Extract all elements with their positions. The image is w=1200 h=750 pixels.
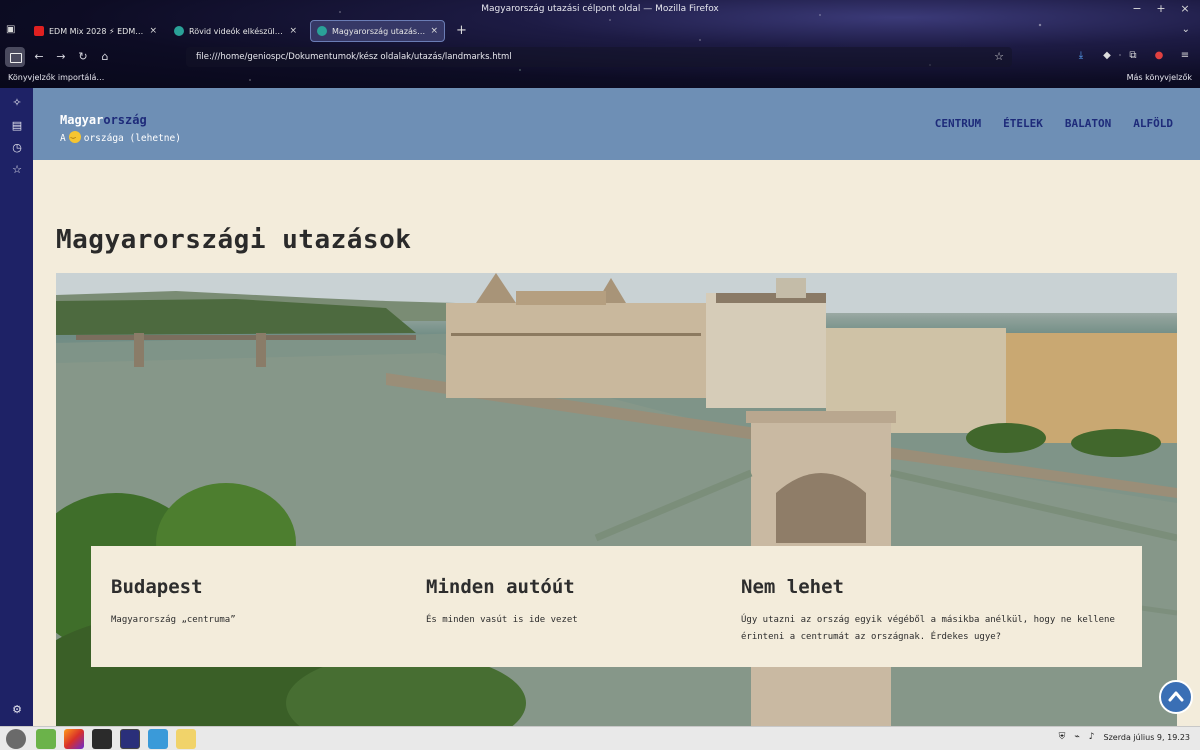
- save-icon[interactable]: ▤: [10, 119, 24, 133]
- hamburger-menu-icon[interactable]: ≡: [1178, 49, 1192, 63]
- card-text: Magyarország „centruma”: [111, 615, 236, 625]
- home-icon[interactable]: ⌂: [96, 48, 114, 66]
- adblock-icon[interactable]: ●: [1152, 49, 1166, 63]
- other-bookmarks-folder[interactable]: Más könyvjelzők: [1127, 73, 1192, 82]
- history-icon[interactable]: ◷: [10, 141, 24, 155]
- shield-icon[interactable]: ⛨: [1059, 732, 1066, 742]
- smiley-emoji-icon: [68, 130, 81, 143]
- card-column-nem-lehet: Nem lehet Úgy utazni az ország egyik vég…: [741, 576, 1126, 646]
- ai-sparkle-icon[interactable]: ✧: [10, 96, 24, 110]
- pointer-tool-icon[interactable]: [120, 729, 140, 749]
- browser-sidebar: ✧ ▤ ◷ ☆ ⚙: [0, 88, 33, 726]
- brand-part-1: Magyar: [60, 113, 104, 127]
- tagline-start: A: [60, 133, 66, 144]
- system-tray: ⛨ ⌁ ♪ Szerda július 9, 19.23: [1059, 732, 1190, 742]
- music-note-icon[interactable]: ♪: [1089, 732, 1095, 742]
- tagline-end: országa (lehetne): [83, 133, 181, 144]
- back-arrow-icon[interactable]: ←: [30, 48, 48, 66]
- site-navigation: CENTRUM ÉTELEK BALATON ALFÖLD: [935, 117, 1173, 130]
- tab-close-icon[interactable]: ×: [289, 26, 297, 36]
- card-heading: Minden autóút: [426, 576, 575, 598]
- info-card: Budapest Magyarország „centruma” Minden …: [91, 546, 1142, 667]
- extension-icon[interactable]: ◆: [1100, 49, 1114, 63]
- import-bookmarks-link[interactable]: Könyvjelzők importálá…: [8, 73, 104, 82]
- address-bar[interactable]: file:///home/geniospc/Dokumentumok/kész …: [186, 47, 1012, 67]
- minimize-button[interactable]: −: [1132, 2, 1142, 15]
- bookmark-star-icon[interactable]: ☆: [994, 50, 1004, 63]
- download-icon[interactable]: ⤓: [1074, 49, 1088, 63]
- reload-icon[interactable]: ↻: [74, 48, 92, 66]
- tab-bar: ▣ EDM Mix 2028 ⚡ EDM Rem × Rövid videók …: [0, 20, 1200, 42]
- card-text: És minden vasút is ide vezet: [426, 615, 578, 625]
- maximize-button[interactable]: +: [1156, 2, 1166, 15]
- navigation-toolbar: ← → ↻ ⌂ file:///home/geniospc/Dokumentum…: [0, 46, 1200, 68]
- files-folder-icon[interactable]: [36, 729, 56, 749]
- tab-label: EDM Mix 2028 ⚡ EDM Rem: [49, 26, 144, 36]
- site-header: Magyarország Aországa (lehetne) CENTRUM …: [33, 88, 1200, 160]
- vscode-like-icon[interactable]: [148, 729, 168, 749]
- page-title: Magyarországi utazások: [56, 225, 412, 255]
- url-text: file:///home/geniospc/Dokumentumok/kész …: [196, 52, 512, 62]
- sidebar-toggle-button[interactable]: [5, 47, 25, 67]
- bookmark-star-icon[interactable]: ☆: [10, 163, 24, 177]
- site-favicon-icon: [317, 26, 327, 36]
- firefox-icon[interactable]: [64, 729, 84, 749]
- browser-chrome: Magyarország utazási célpont oldal — Moz…: [0, 0, 1200, 88]
- clock[interactable]: Szerda július 9, 19.23: [1104, 733, 1190, 742]
- card-text: Úgy utazni az ország egyik végéből a más…: [741, 615, 1115, 642]
- nav-link-centrum[interactable]: CENTRUM: [935, 117, 981, 130]
- youtube-icon: [34, 26, 44, 36]
- desktop-taskbar: ⛨ ⌁ ♪ Szerda július 9, 19.23: [0, 726, 1200, 750]
- card-heading: Nem lehet: [741, 576, 844, 598]
- nav-link-alfold[interactable]: ALFÖLD: [1133, 117, 1173, 130]
- brand-part-2: ország: [103, 113, 147, 127]
- nav-link-balaton[interactable]: BALATON: [1065, 117, 1111, 130]
- tab-close-icon[interactable]: ×: [149, 26, 157, 36]
- forward-arrow-icon[interactable]: →: [52, 48, 70, 66]
- chevron-up-icon: [1168, 691, 1184, 702]
- site-brand[interactable]: Magyarország Aországa (lehetne): [60, 109, 181, 144]
- tab-label: Magyarország utazási célpo: [332, 26, 425, 36]
- puzzle-extensions-icon[interactable]: ⧉: [1126, 49, 1140, 63]
- new-tab-button[interactable]: +: [456, 23, 467, 38]
- window-controls: − + ×: [1132, 2, 1190, 15]
- tab-edm-mix[interactable]: EDM Mix 2028 ⚡ EDM Rem ×: [28, 20, 163, 42]
- tab-close-icon[interactable]: ×: [430, 26, 438, 36]
- site-tagline: Aországa (lehetne): [60, 130, 181, 144]
- tab-label: Rövid videók elkészült webo: [189, 26, 284, 36]
- terminal-icon[interactable]: [92, 729, 112, 749]
- text-editor-icon[interactable]: [176, 729, 196, 749]
- card-column-autout: Minden autóút És minden vasút is ide vez…: [426, 576, 716, 629]
- toolbar-actions: ⤓ ◆ ⧉ ● ≡: [1074, 49, 1192, 63]
- close-window-button[interactable]: ×: [1180, 2, 1190, 15]
- settings-gear-icon[interactable]: ⚙: [10, 703, 24, 717]
- network-icon[interactable]: ⌁: [1074, 732, 1079, 742]
- tab-list-icon[interactable]: ▣: [6, 24, 20, 38]
- window-title: Magyarország utazási célpont oldal — Moz…: [481, 4, 719, 14]
- web-page: Magyarország Aországa (lehetne) CENTRUM …: [33, 88, 1200, 726]
- site-favicon-icon: [174, 26, 184, 36]
- card-column-budapest: Budapest Magyarország „centruma”: [111, 576, 401, 629]
- linux-mint-menu-icon[interactable]: [6, 729, 26, 749]
- tab-magyarorszag[interactable]: Magyarország utazási célpo ×: [310, 20, 445, 42]
- nav-link-etelek[interactable]: ÉTELEK: [1003, 117, 1043, 130]
- bookmarks-toolbar: Könyvjelzők importálá… Más könyvjelzők: [0, 70, 1200, 88]
- scroll-to-top-button[interactable]: [1159, 680, 1193, 714]
- card-heading: Budapest: [111, 576, 203, 598]
- chevron-down-icon[interactable]: ⌄: [1182, 24, 1190, 35]
- tab-rovid-videok[interactable]: Rövid videók elkészült webo ×: [168, 20, 303, 42]
